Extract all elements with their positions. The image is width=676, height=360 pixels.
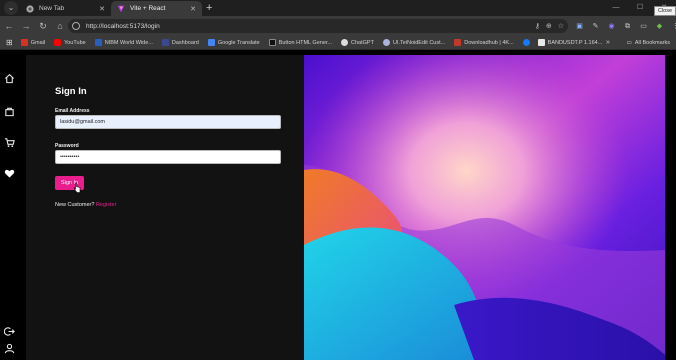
bookmark-star-icon[interactable]: ☆ xyxy=(558,22,564,30)
bookmarks-overflow-icon[interactable]: » xyxy=(606,36,610,50)
logout-icon[interactable] xyxy=(4,326,15,337)
nibm-icon xyxy=(94,39,102,46)
facebook-icon xyxy=(522,39,530,46)
pen-ext-icon[interactable]: ✎ xyxy=(590,21,601,32)
sidepanel-icon[interactable]: ▭ xyxy=(638,21,649,32)
folder-icon: ▭ xyxy=(626,40,632,46)
tab-new-tab[interactable]: New Tab ✕ xyxy=(20,1,111,16)
ui-icon xyxy=(382,39,390,46)
bookmark-downloadhub[interactable]: Downloadhub | 4K... xyxy=(454,39,514,46)
chrome-icon xyxy=(26,4,34,13)
email-label: Email Address xyxy=(55,108,90,114)
tab-label: Vite + React xyxy=(130,5,166,12)
close-tooltip: Close xyxy=(653,6,676,16)
extensions-area: ▣ ✎ ◉ ⧉ ▭ ◆ ⋮ xyxy=(574,20,676,32)
reload-icon[interactable]: ↻ xyxy=(35,18,51,34)
translate-icon xyxy=(207,39,215,46)
page-scrollbar[interactable] xyxy=(666,55,676,360)
bookmark-chatgpt[interactable]: ChatGPT xyxy=(341,39,374,46)
minimize-icon[interactable]: — xyxy=(604,0,628,16)
button-gen-icon xyxy=(268,39,276,46)
mouse-cursor-icon xyxy=(73,182,81,193)
profile-avatar[interactable]: ◆ xyxy=(654,21,665,32)
bookmark-youtube[interactable]: YouTube xyxy=(54,39,86,46)
register-link[interactable]: Register xyxy=(96,202,116,208)
chatgpt-icon xyxy=(341,39,348,46)
user-icon[interactable] xyxy=(4,343,15,354)
ext-icon[interactable]: ◉ xyxy=(606,21,617,32)
tab-label: New Tab xyxy=(39,5,65,12)
youtube-icon xyxy=(54,39,62,46)
zoom-icon[interactable]: ⊕ xyxy=(546,22,552,30)
tab-search-button[interactable]: ⌄ xyxy=(4,1,18,15)
home-icon[interactable] xyxy=(4,73,15,84)
password-label: Password xyxy=(55,143,79,149)
bookmark-gmail[interactable]: Gmail xyxy=(20,39,45,46)
back-icon[interactable]: ← xyxy=(1,18,17,34)
all-bookmarks[interactable]: ▭ All Bookmarks xyxy=(627,36,670,50)
bookmark-google-translate[interactable]: Google Translate xyxy=(207,39,260,46)
bookmark-ui-custom[interactable]: UI.TeiNoidEdit Cust... xyxy=(382,39,445,46)
download-icon xyxy=(454,39,462,46)
tradingview-icon xyxy=(537,39,545,46)
gmail-icon xyxy=(20,39,28,46)
heart-icon[interactable] xyxy=(4,168,15,179)
browser-toolbar: ← → ↻ ⌂ http://localhost:5173/login ⚷ ⊕ … xyxy=(0,16,676,36)
bag-icon[interactable] xyxy=(4,106,15,117)
password-key-icon[interactable]: ⚷ xyxy=(535,22,540,30)
forward-icon[interactable]: → xyxy=(18,18,34,34)
tab-close-icon[interactable]: ✕ xyxy=(99,5,105,13)
more-menu-icon[interactable]: ⋮ xyxy=(670,21,676,32)
email-field[interactable] xyxy=(55,115,281,129)
tab-close-icon[interactable]: ✕ xyxy=(190,5,196,13)
bookmark-tradingview[interactable]: BANDUSDT.P 1.164... xyxy=(537,39,602,46)
maximize-icon[interactable]: ☐ xyxy=(628,0,652,16)
bookmark-button-generator[interactable]: Button HTML Gener... xyxy=(268,39,332,46)
password-field[interactable] xyxy=(55,150,281,164)
apps-grid-icon[interactable]: ⊞ xyxy=(6,38,13,47)
bookmark-facebook[interactable] xyxy=(522,39,533,46)
address-bar[interactable]: http://localhost:5173/login ⚷ ⊕ ☆ xyxy=(68,19,568,33)
dashboard-icon xyxy=(161,39,169,46)
vite-icon xyxy=(117,5,125,12)
puzzle-extensions-icon[interactable]: ⧉ xyxy=(622,21,633,32)
page-title: Sign In xyxy=(55,86,87,97)
sidebar xyxy=(0,51,26,360)
tab-strip: ⌄ New Tab ✕ Vite + React ✕ + — ☐ ✕ Close xyxy=(0,0,676,16)
bookmark-nibm[interactable]: NIBM World Wide... xyxy=(94,39,153,46)
new-customer-row: New Customer? Register xyxy=(55,202,116,208)
url-text[interactable]: http://localhost:5173/login xyxy=(86,23,160,30)
hero-gradient-image xyxy=(304,55,665,360)
new-customer-text: New Customer? xyxy=(55,202,95,208)
translate-ext-icon[interactable]: ▣ xyxy=(574,21,585,32)
site-info-icon[interactable] xyxy=(72,22,80,30)
tab-vite-react[interactable]: Vite + React ✕ xyxy=(111,1,202,16)
cart-icon[interactable] xyxy=(4,137,15,148)
home-button-icon[interactable]: ⌂ xyxy=(52,18,68,34)
new-tab-button[interactable]: + xyxy=(206,1,212,16)
bookmark-dashboard[interactable]: Dashboard xyxy=(161,39,199,46)
bookmarks-bar: ⊞ Gmail YouTube NIBM World Wide... Dashb… xyxy=(0,36,676,50)
